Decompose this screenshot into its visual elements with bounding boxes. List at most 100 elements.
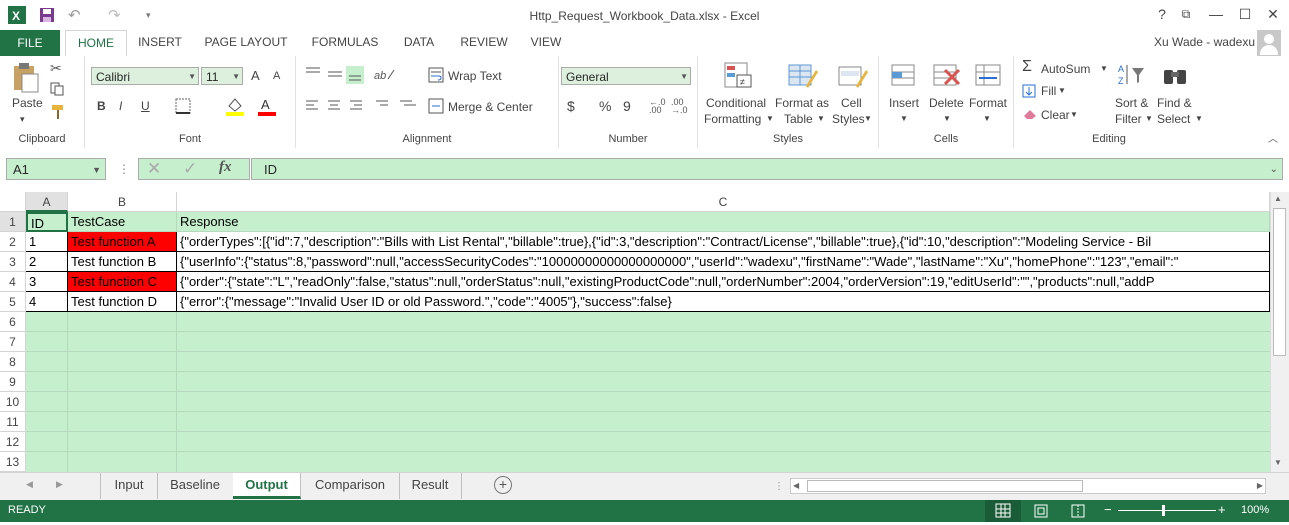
zoom-slider[interactable] [1118, 510, 1216, 511]
cut-icon[interactable]: ✂ [50, 60, 62, 77]
vertical-scrollbar[interactable]: ▲ ▼ [1270, 192, 1289, 472]
cell-c5[interactable]: {"error":{"message":"Invalid User ID or … [177, 292, 1270, 312]
format-button[interactable]: Format [969, 96, 1007, 110]
fill-button[interactable]: Fill [1041, 84, 1056, 98]
column-header-c[interactable]: C [177, 192, 1270, 212]
find-select-label[interactable]: Find & [1157, 96, 1192, 110]
vertical-scroll-thumb[interactable] [1273, 208, 1286, 356]
minimize-button[interactable]: — [1202, 2, 1230, 26]
delete-cells-icon[interactable] [933, 62, 961, 93]
cell-c4[interactable]: {"order":{"state":"L","readOnly":false,"… [177, 272, 1270, 292]
eraser-icon[interactable] [1022, 108, 1038, 123]
row-header[interactable]: 12 [0, 432, 26, 452]
insert-function-button[interactable]: fx [219, 159, 232, 176]
horizontal-scroll-thumb[interactable] [807, 480, 1083, 492]
paste-dropdown-icon[interactable]: ▾ [20, 114, 25, 125]
top-align-icon[interactable] [304, 64, 364, 87]
format-as-table-label[interactable]: Format as [775, 96, 829, 110]
cell-styles-label[interactable]: Cell [841, 96, 862, 110]
insert-button[interactable]: Insert [889, 96, 919, 110]
paste-button[interactable]: Paste [12, 96, 43, 110]
name-box[interactable]: A1 ▼ [6, 158, 106, 180]
cell-a5[interactable]: 4 [26, 292, 68, 312]
fill-icon[interactable] [1022, 84, 1036, 101]
find-select-label-2[interactable]: Select [1157, 112, 1190, 126]
underline-button[interactable]: U [141, 99, 150, 113]
expand-formula-icon[interactable]: ⌄ [1270, 159, 1278, 181]
cancel-icon[interactable]: ✕ [147, 159, 161, 179]
column-header-b[interactable]: B [68, 192, 177, 212]
cell-c3[interactable]: {"userInfo":{"status":8,"password":null,… [177, 252, 1270, 272]
number-format-select[interactable]: General ▼ [561, 67, 691, 85]
row-header[interactable]: 4 [0, 272, 26, 292]
avatar[interactable] [1257, 30, 1281, 56]
scroll-left-icon[interactable]: ◀ [793, 481, 799, 490]
tab-formulas[interactable]: FORMULAS [304, 30, 386, 55]
row-header[interactable]: 6 [0, 312, 26, 332]
collapse-ribbon-icon[interactable]: ︿ [1268, 130, 1278, 145]
cell-styles-icon[interactable] [838, 62, 868, 93]
wrap-text-icon[interactable] [428, 67, 444, 86]
bold-button[interactable]: B [97, 99, 106, 113]
conditional-formatting-label[interactable]: Conditional [706, 96, 766, 110]
cell-a1[interactable]: ID [26, 212, 68, 232]
binoculars-icon[interactable] [1162, 62, 1190, 93]
font-name-select[interactable]: Calibri ▼ [91, 67, 199, 85]
row-header[interactable]: 9 [0, 372, 26, 392]
sheet-tab-output[interactable]: Output [233, 473, 301, 499]
normal-view-button[interactable] [985, 500, 1021, 522]
sort-filter-label[interactable]: Sort & [1115, 96, 1148, 110]
grow-font-button[interactable]: A [251, 68, 260, 83]
scroll-tabs-right-icon[interactable]: ▶ [56, 479, 63, 490]
cell-b5[interactable]: Test function D [68, 292, 177, 312]
italic-button[interactable]: I [119, 99, 122, 113]
page-break-view-icon[interactable] [1070, 504, 1086, 521]
sheet-tab-result[interactable]: Result [399, 473, 462, 499]
tab-file[interactable]: FILE [0, 30, 60, 56]
select-all-corner[interactable] [0, 192, 26, 212]
zoom-slider-thumb[interactable] [1162, 505, 1165, 516]
user-name[interactable]: Xu Wade - wadexu [1154, 35, 1255, 49]
zoom-level[interactable]: 100% [1241, 504, 1269, 516]
cell-b2[interactable]: Test function A [68, 232, 177, 252]
shrink-font-button[interactable]: A [273, 70, 280, 82]
close-button[interactable]: ✕ [1259, 2, 1287, 26]
page-layout-view-icon[interactable] [1033, 504, 1049, 521]
sheet-tab-comparison[interactable]: Comparison [301, 473, 400, 499]
cell-a3[interactable]: 2 [26, 252, 68, 272]
conditional-formatting-label-2[interactable]: Formatting [704, 112, 761, 126]
sort-filter-label-2[interactable]: Filter [1115, 112, 1142, 126]
delete-button[interactable]: Delete [929, 96, 964, 110]
tab-home[interactable]: HOME [65, 30, 127, 58]
sort-filter-icon[interactable]: AZ [1116, 62, 1146, 93]
row-header[interactable]: 11 [0, 412, 26, 432]
zoom-in-button[interactable]: + [1218, 502, 1226, 517]
formula-input[interactable]: ID ⌄ [251, 158, 1283, 180]
merge-center-icon[interactable] [428, 98, 444, 117]
sheet-tab-baseline[interactable]: Baseline [157, 473, 234, 499]
maximize-button[interactable]: ☐ [1231, 2, 1259, 26]
enter-icon[interactable]: ✓ [183, 159, 197, 179]
horizontal-scrollbar[interactable]: ◀ ▶ [790, 478, 1266, 494]
tab-data[interactable]: DATA [395, 30, 443, 55]
cell-a4[interactable]: 3 [26, 272, 68, 292]
tab-insert[interactable]: INSERT [130, 30, 190, 55]
align-left-icon[interactable] [304, 98, 424, 117]
scroll-up-icon[interactable]: ▲ [1274, 194, 1282, 203]
format-painter-icon[interactable] [50, 104, 66, 123]
column-header-a[interactable]: A [26, 192, 68, 212]
autosum-icon[interactable]: Σ [1022, 58, 1032, 76]
format-as-table-icon[interactable] [788, 62, 818, 93]
merge-center-button[interactable]: Merge & Center [448, 100, 533, 114]
scroll-down-icon[interactable]: ▼ [1274, 458, 1282, 467]
format-as-table-label-2[interactable]: Table [784, 112, 813, 126]
wrap-text-button[interactable]: Wrap Text [448, 69, 502, 83]
tab-view[interactable]: VIEW [524, 30, 568, 55]
cell-c1[interactable]: Response [177, 212, 1270, 232]
font-color-icon[interactable]: A [257, 96, 277, 119]
sheet-tab-input[interactable]: Input [101, 473, 158, 499]
row-header[interactable]: 10 [0, 392, 26, 412]
tab-review[interactable]: REVIEW [455, 30, 513, 55]
increase-decimal-icon[interactable]: ←.0.00 [649, 98, 666, 115]
row-header[interactable]: 5 [0, 292, 26, 312]
